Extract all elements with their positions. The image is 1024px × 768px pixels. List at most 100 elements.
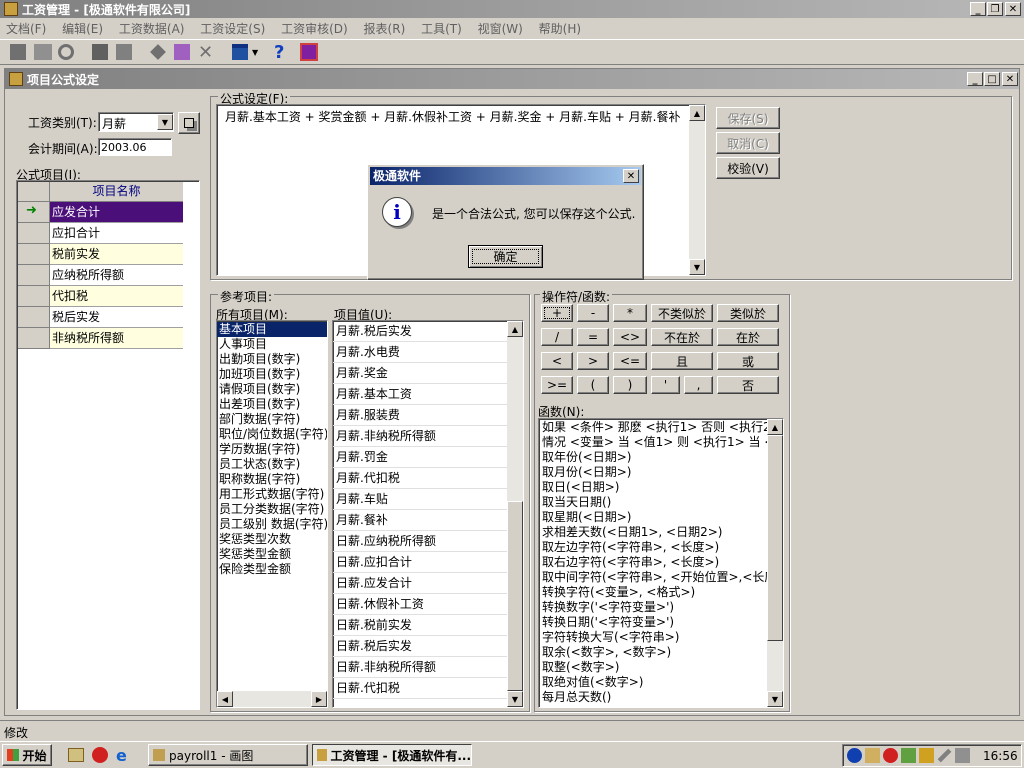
menu-item-data[interactable]: 工资数据(A): [119, 22, 185, 36]
table-cell[interactable]: 税后实发: [50, 307, 183, 328]
list-item[interactable]: 取整(<数字>): [539, 660, 767, 675]
scroll-down-icon[interactable]: ▼: [767, 691, 783, 707]
menu-item-report[interactable]: 报表(R): [364, 22, 406, 36]
operator-comma-button[interactable]: ,: [684, 376, 713, 394]
list-item[interactable]: 日薪.应发合计: [333, 573, 507, 594]
start-button[interactable]: 开始: [2, 744, 52, 766]
grid-header[interactable]: 项目名称: [50, 182, 183, 202]
operator-not-equal-button[interactable]: <>: [613, 328, 647, 346]
list-item[interactable]: 取右边字符(<字符串>, <长度>): [539, 555, 767, 570]
list-item[interactable]: 用工形式数据(字符): [217, 487, 327, 502]
operator-less-button[interactable]: <: [541, 352, 573, 370]
desktop-icon[interactable]: [68, 748, 84, 762]
operator-and-button[interactable]: 且: [651, 352, 713, 370]
list-item[interactable]: 月薪.车贴: [333, 489, 507, 510]
list-item[interactable]: 月薪.水电费: [333, 342, 507, 363]
list-item[interactable]: 月薪.奖金: [333, 363, 507, 384]
export-icon[interactable]: [116, 44, 132, 60]
scroll-right-icon[interactable]: ▶: [311, 691, 327, 707]
list-item[interactable]: 字符转换大写(<字符串>): [539, 630, 767, 645]
scroll-down-icon[interactable]: ▼: [689, 259, 705, 275]
scroll-thumb[interactable]: [507, 501, 523, 691]
list-item[interactable]: 出差项目(数字): [217, 397, 327, 412]
check-button[interactable]: 校验(V): [716, 157, 780, 179]
list-item[interactable]: 月薪.餐补: [333, 510, 507, 531]
list-item[interactable]: 员工状态(数字): [217, 457, 327, 472]
list-item[interactable]: 月薪.罚金: [333, 447, 507, 468]
new-icon[interactable]: [10, 44, 26, 60]
cancel-button[interactable]: 取消(C): [716, 132, 780, 154]
operator-not-button[interactable]: 否: [717, 376, 779, 394]
operator-greater-equal-button[interactable]: >=: [541, 376, 573, 394]
table-cell[interactable]: 应发合计: [50, 202, 183, 223]
eraser-icon[interactable]: [174, 44, 190, 60]
print-icon[interactable]: [34, 44, 52, 60]
window-icon[interactable]: [232, 44, 248, 60]
list-item[interactable]: 基本项目: [217, 322, 327, 337]
table-cell[interactable]: 应纳税所得额: [50, 265, 183, 286]
close-button[interactable]: ✕: [1005, 2, 1021, 16]
taskbar-item-paint[interactable]: payroll1 - 画图: [148, 744, 308, 766]
list-item[interactable]: 取余(<数字>, <数字>): [539, 645, 767, 660]
operator-not-like-button[interactable]: 不类似於: [651, 304, 713, 322]
values-list[interactable]: 月薪.税后实发 月薪.水电费 月薪.奖金 月薪.基本工资 月薪.服装费 月薪.非纳税所得额…: [332, 320, 524, 708]
tray-volume-icon[interactable]: [955, 748, 970, 763]
save-button[interactable]: 保存(S): [716, 107, 780, 129]
list-item[interactable]: 日薪.休假补工资: [333, 594, 507, 615]
list-item[interactable]: 月薪.代扣税: [333, 468, 507, 489]
list-item[interactable]: 职称数据(字符): [217, 472, 327, 487]
dialog-close-button[interactable]: ✕: [623, 169, 639, 183]
operator-minus-button[interactable]: -: [577, 304, 609, 322]
list-item[interactable]: 奖惩类型金额: [217, 547, 327, 562]
ie-icon[interactable]: e: [116, 746, 134, 765]
category-select[interactable]: 月薪 ▼: [98, 112, 174, 132]
list-item[interactable]: 部门数据(字符): [217, 412, 327, 427]
table-row[interactable]: 应纳税所得额: [18, 265, 183, 286]
operator-greater-button[interactable]: >: [577, 352, 609, 370]
table-cell[interactable]: 非纳税所得额: [50, 328, 183, 349]
operator-like-button[interactable]: 类似於: [717, 304, 779, 322]
list-item[interactable]: 日薪.代扣税: [333, 678, 507, 699]
list-item[interactable]: 转换日期('<字符变量>'): [539, 615, 767, 630]
dropdown-arrow-icon[interactable]: ▼: [252, 48, 258, 57]
list-item[interactable]: 取年份(<日期>): [539, 450, 767, 465]
list-item[interactable]: 如果 <条件> 那麽 <执行1> 否则 <执行2> 如: [539, 420, 767, 435]
exit-icon[interactable]: [300, 43, 318, 61]
values-scrollbar[interactable]: ▲ ▼: [507, 321, 523, 707]
tag-icon[interactable]: [150, 44, 166, 60]
tray-user-icon[interactable]: [919, 748, 934, 763]
child-minimize-button[interactable]: _: [967, 72, 983, 86]
list-item[interactable]: 情况 <变量> 当 <值1> 则 <执行1> 当 <值2>: [539, 435, 767, 450]
child-close-button[interactable]: ✕: [1002, 72, 1018, 86]
all-items-list[interactable]: 基本项目 人事项目 出勤项目(数字) 加班项目(数字) 请假项目(数字) 出差项目(数字)…: [216, 320, 328, 708]
menu-item-edit[interactable]: 编辑(E): [62, 22, 103, 36]
list-item[interactable]: 日薪.非纳税所得额: [333, 657, 507, 678]
save-icon[interactable]: [92, 44, 108, 60]
list-item[interactable]: 取绝对值(<数字>): [539, 675, 767, 690]
table-row[interactable]: 税后实发: [18, 307, 183, 328]
menu-item-audit[interactable]: 工资审核(D): [281, 22, 348, 36]
table-cell[interactable]: 税前实发: [50, 244, 183, 265]
preview-icon[interactable]: [58, 44, 74, 60]
list-item[interactable]: 出勤项目(数字): [217, 352, 327, 367]
list-item[interactable]: 职位/岗位数据(字符): [217, 427, 327, 442]
operator-or-button[interactable]: 或: [717, 352, 779, 370]
operator-less-equal-button[interactable]: <=: [613, 352, 647, 370]
list-item[interactable]: 日薪.税前实发: [333, 615, 507, 636]
tray-window-icon[interactable]: [865, 748, 880, 763]
operator-divide-button[interactable]: /: [541, 328, 573, 346]
scroll-left-icon[interactable]: ◀: [217, 691, 233, 707]
list-item[interactable]: 员工级别 数据(字符): [217, 517, 327, 532]
help-icon[interactable]: ?: [274, 42, 290, 63]
restore-button[interactable]: ❐: [987, 2, 1003, 16]
app-launch-icon[interactable]: [92, 747, 108, 763]
chevron-down-icon[interactable]: ▼: [157, 114, 173, 130]
scroll-up-icon[interactable]: ▲: [767, 419, 783, 435]
table-row[interactable]: ➜ 应发合计: [18, 202, 183, 223]
menu-item-window[interactable]: 视窗(W): [478, 22, 523, 36]
list-item[interactable]: 月薪.基本工资: [333, 384, 507, 405]
functions-scrollbar[interactable]: ▲ ▼: [767, 419, 783, 707]
tray-pen-icon[interactable]: [937, 748, 952, 763]
operator-multiply-button[interactable]: *: [613, 304, 647, 322]
minimize-button[interactable]: _: [970, 2, 986, 16]
